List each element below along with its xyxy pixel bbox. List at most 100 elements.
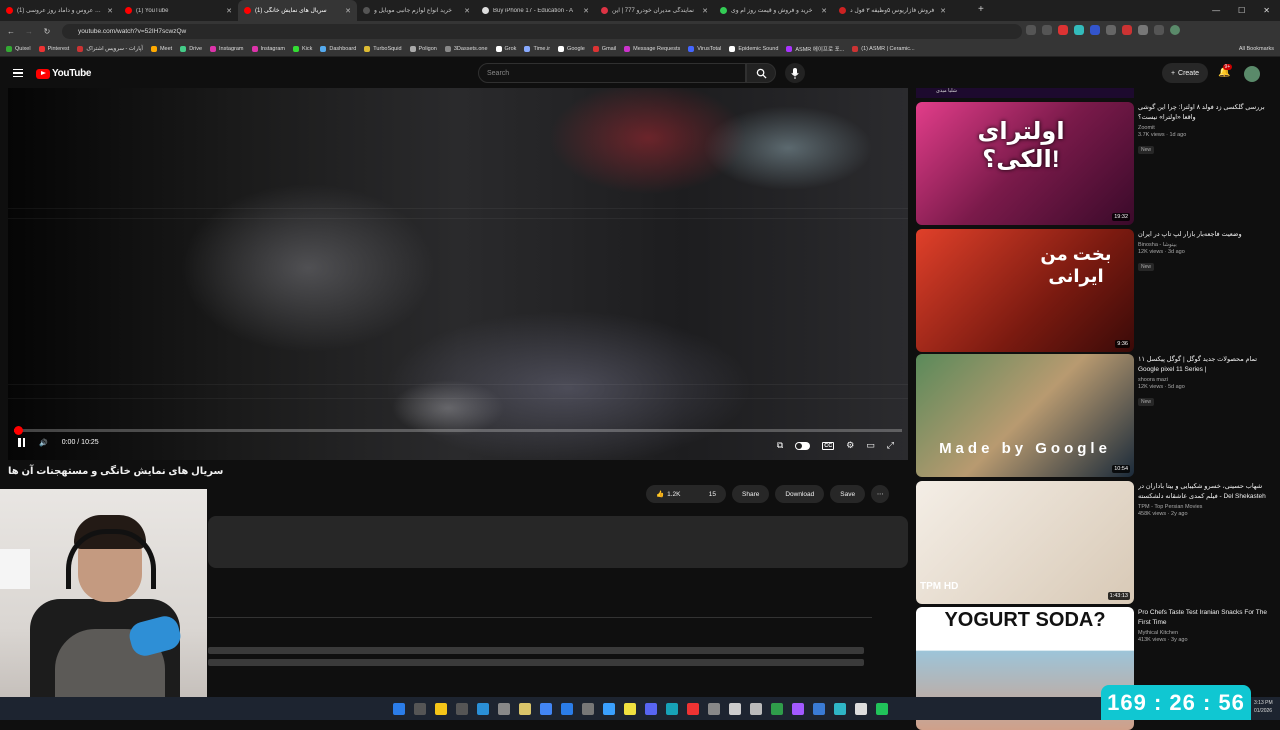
browser-tab[interactable]: Buy iPhone 17 - Education - A ✕: [476, 0, 595, 21]
close-tab-icon[interactable]: ✕: [940, 7, 946, 15]
taskbar-app-icon[interactable]: [791, 702, 804, 715]
notifications-button[interactable]: 🔔 9+: [1218, 64, 1232, 78]
bookmark-item[interactable]: Time.ir: [524, 46, 550, 52]
close-tab-icon[interactable]: ✕: [583, 7, 589, 15]
minimize-icon[interactable]: —: [1212, 6, 1220, 15]
bookmark-item[interactable]: Google: [558, 46, 585, 52]
taskbar-app-icon[interactable]: [476, 702, 489, 715]
back-icon[interactable]: ←: [4, 27, 18, 36]
bookmark-item[interactable]: Instagram: [251, 46, 285, 52]
bookmark-item[interactable]: Drive: [180, 46, 202, 52]
bookmark-item[interactable]: Meet: [150, 46, 172, 52]
extension-icon[interactable]: [1058, 25, 1068, 35]
new-tab-button[interactable]: +: [978, 4, 984, 15]
taskbar-app-icon[interactable]: [434, 702, 447, 715]
extension-icon[interactable]: [1122, 25, 1132, 35]
bookmark-item[interactable]: ASMR 에이프로 포...: [786, 45, 844, 53]
dislike-button[interactable]: 15: [709, 491, 716, 498]
bookmark-item[interactable]: Message Requests: [624, 46, 680, 52]
channel-name[interactable]: shoora mazi: [1138, 377, 1268, 383]
url-field[interactable]: youtube.com/watch?v=52IH7scwzQw: [62, 24, 1022, 39]
video-thumbnail[interactable]: اولترای الکی؟! 19:32: [916, 102, 1134, 225]
reload-icon[interactable]: ↻: [40, 27, 54, 36]
channel-name[interactable]: Mythical Kitchen: [1138, 630, 1268, 636]
taskbar-app-icon[interactable]: [728, 702, 741, 715]
taskbar-app-icon[interactable]: [392, 702, 405, 715]
create-button[interactable]: + Create: [1162, 63, 1208, 83]
taskbar-app-icon[interactable]: [875, 702, 888, 715]
bookmark-item[interactable]: Pinterest: [38, 46, 69, 52]
channel-name[interactable]: Binosha - بینوشا: [1138, 242, 1268, 248]
menu-icon[interactable]: [13, 69, 23, 77]
video-thumbnail[interactable]: TPM HD 1:43:13: [916, 481, 1134, 604]
bookmark-item[interactable]: TurboSquid: [364, 46, 402, 52]
search-input[interactable]: Search: [478, 63, 746, 83]
bookmark-item[interactable]: Grok: [495, 46, 516, 52]
close-tab-icon[interactable]: ✕: [821, 7, 827, 15]
bookmark-item[interactable]: VirusTotal: [688, 46, 721, 52]
bookmark-item[interactable]: Dashboard: [320, 46, 356, 52]
autoplay-toggle[interactable]: [795, 441, 811, 450]
progress-bar[interactable]: [14, 426, 902, 435]
video-player[interactable]: 🔊 0:00 / 10:25 ⧉ CC ⚙ ▭ ⤢: [8, 88, 908, 460]
taskbar-app-icon[interactable]: [707, 702, 720, 715]
recommendation-title[interactable]: وضعیت فاجعه‌بار بازار لپ تاپ در ایران: [1138, 230, 1268, 240]
bookmark-item[interactable]: آپارات - سرویس اشتراک: [77, 46, 143, 52]
voice-search-button[interactable]: [785, 63, 805, 83]
all-bookmarks-link[interactable]: All Bookmarks: [1239, 46, 1274, 52]
close-tab-icon[interactable]: ✕: [226, 7, 232, 15]
channel-name[interactable]: TPM - Top Persian Movies: [1138, 504, 1268, 510]
download-button[interactable]: Download: [775, 485, 825, 503]
taskbar-app-icon[interactable]: [539, 702, 552, 715]
recommendation-title[interactable]: بررسی گلکسی زد فولد ۸ اولترا: چرا این گو…: [1138, 103, 1268, 123]
bookmark-item[interactable]: Poligon: [409, 46, 437, 52]
recommendation-item[interactable]: بخت من ایرانی 9:36 وضعیت فاجعه‌بار بازار ل…: [916, 229, 1272, 352]
volume-icon[interactable]: 🔊: [39, 439, 48, 447]
theater-mode-icon[interactable]: ▭: [866, 440, 875, 451]
taskbar-app-icon[interactable]: [644, 702, 657, 715]
miniplayer-icon[interactable]: ⧉: [777, 440, 783, 451]
captions-icon[interactable]: CC: [822, 441, 835, 450]
browser-tab[interactable]: خرید و فروش و قیمت روز ام وی ✕: [714, 0, 833, 21]
browser-tab[interactable]: (1) سریال های نمایش خانگی ✕: [238, 0, 357, 21]
previous-thumbnail-strip[interactable]: شلیا میدی: [916, 88, 1134, 98]
extension-icon[interactable]: [1090, 25, 1100, 35]
bookmark-item[interactable]: Instagram: [210, 46, 244, 52]
save-button[interactable]: Save: [830, 485, 866, 503]
taskbar-app-icon[interactable]: [749, 702, 762, 715]
taskbar-app-icon[interactable]: [581, 702, 594, 715]
like-button[interactable]: 👍 1.2K: [656, 490, 680, 499]
bookmark-item[interactable]: Quixel: [6, 46, 31, 52]
close-window-icon[interactable]: ✕: [1263, 6, 1270, 15]
recommendation-title[interactable]: شهاب حسینی، خسرو شکیبایی و بیتا باداران …: [1138, 482, 1268, 502]
description-box[interactable]: [208, 516, 908, 568]
recommendation-item[interactable]: TPM HD 1:43:13 شهاب حسینی، خسرو شکیبایی و …: [916, 481, 1272, 604]
close-tab-icon[interactable]: ✕: [107, 7, 113, 15]
install-icon[interactable]: [1026, 25, 1036, 35]
browser-tab[interactable]: نمایندگی مدیران خودرو 777 | این ✕: [595, 0, 714, 21]
close-tab-icon[interactable]: ✕: [702, 7, 708, 15]
taskbar-app-icon[interactable]: [413, 702, 426, 715]
taskbar-app-icon[interactable]: [623, 702, 636, 715]
puzzle-icon[interactable]: [1154, 25, 1164, 35]
taskbar-app-icon[interactable]: [665, 702, 678, 715]
search-button[interactable]: [746, 63, 776, 83]
recommendation-title[interactable]: تمام محصولات جدید گوگل | گوگل پیکسل ۱۱ G…: [1138, 355, 1268, 375]
gear-icon[interactable]: ⚙: [846, 440, 854, 451]
browser-tab[interactable]: خرید انواع لوازم جانبی موبایل و ✕: [357, 0, 476, 21]
more-actions-button[interactable]: ⋯: [871, 485, 890, 503]
bookmark-item[interactable]: 3Dassets.one: [444, 46, 488, 52]
youtube-logo[interactable]: YouTube: [36, 68, 92, 79]
extension-icon[interactable]: [1106, 25, 1116, 35]
maximize-icon[interactable]: ☐: [1238, 6, 1245, 15]
taskbar-app-icon[interactable]: [602, 702, 615, 715]
share-button[interactable]: Share: [732, 485, 770, 503]
fullscreen-icon[interactable]: ⤢: [887, 440, 894, 451]
taskbar-app-icon[interactable]: [518, 702, 531, 715]
close-tab-icon[interactable]: ✕: [345, 7, 351, 15]
pause-icon[interactable]: [18, 438, 25, 447]
profile-icon[interactable]: [1170, 25, 1180, 35]
forward-icon[interactable]: →: [22, 27, 36, 36]
recommendation-item[interactable]: Made by Google 10:54 تمام محصولات جدید گوگ…: [916, 354, 1272, 477]
taskbar-app-icon[interactable]: [455, 702, 468, 715]
